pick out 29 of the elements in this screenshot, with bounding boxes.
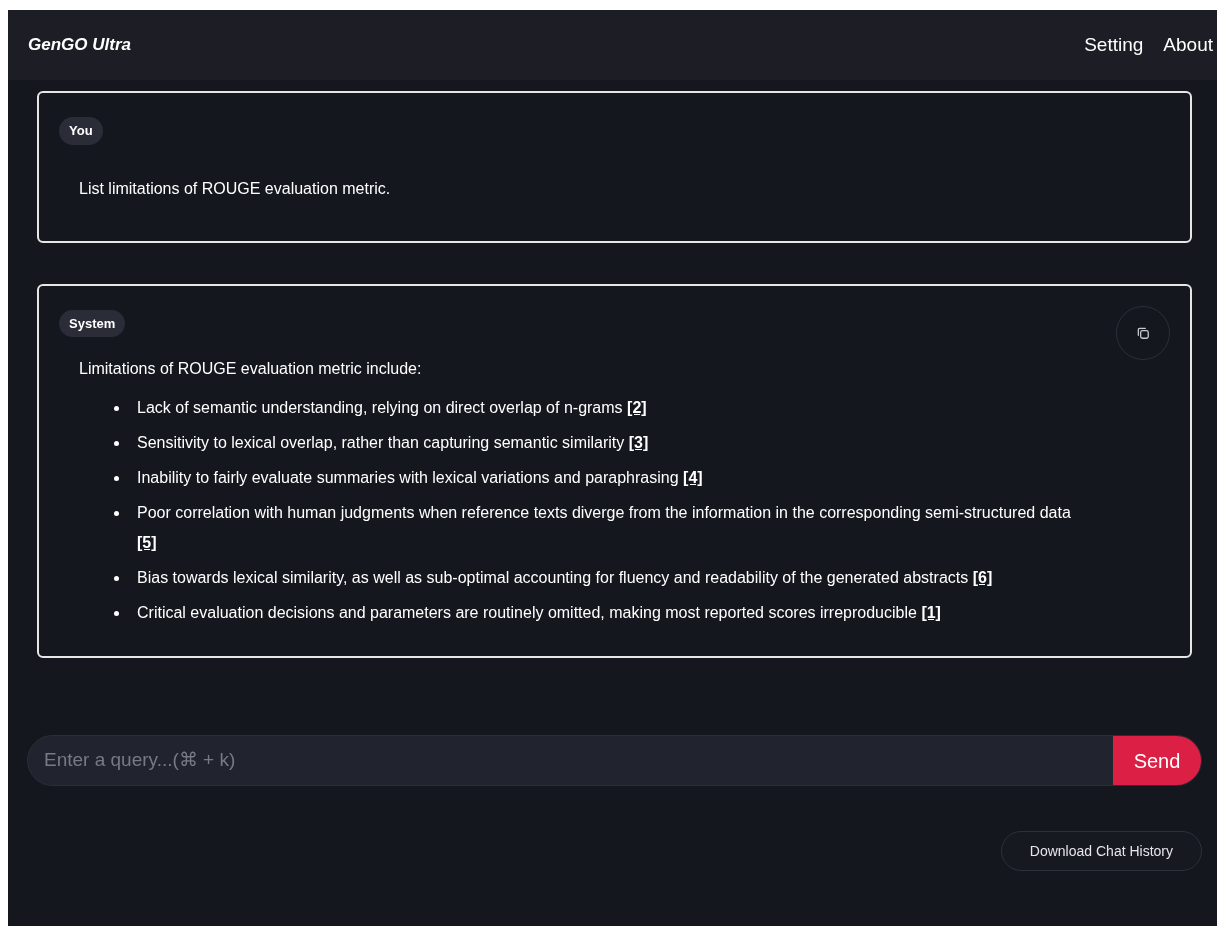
list-item-text: Poor correlation with human judgments when reference texts diverge from the information in the corresponding semi-structured data [5] bbox=[137, 503, 1072, 553]
bullet-icon bbox=[114, 511, 119, 516]
nav-link[interactable]: About bbox=[1163, 30, 1213, 60]
bullet-icon bbox=[114, 441, 119, 446]
download-button[interactable]: Download Chat History bbox=[1000, 831, 1202, 871]
copy-icon bbox=[1136, 325, 1150, 340]
citation-link[interactable]: [4] bbox=[683, 469, 703, 486]
message-text: List limitations of ROUGE evaluation metric. bbox=[78, 178, 392, 199]
citation-link[interactable]: [6] bbox=[972, 569, 993, 586]
citation-link[interactable]: [5] bbox=[137, 534, 157, 551]
list-item-text: Sensitivity to lexical overlap, rather than capturing semantic similarity [3] bbox=[137, 433, 649, 453]
citation-link[interactable]: [2] bbox=[627, 399, 647, 416]
bullet-icon bbox=[114, 611, 119, 616]
role-label: You bbox=[59, 117, 103, 145]
list-item-text: Lack of semantic understanding, relying on direct overlap of n-grams [2] bbox=[137, 398, 647, 418]
message-text: Limitations of ROUGE evaluation metric include: bbox=[78, 359, 423, 379]
app-title: GenGO Ultra bbox=[28, 34, 131, 57]
bullet-icon bbox=[114, 576, 119, 581]
nav-link[interactable]: Setting bbox=[1084, 30, 1144, 60]
citation-link[interactable]: [1] bbox=[921, 604, 941, 621]
list-item-text: Critical evaluation decisions and parameters are routinely omitted, making most reported scores irreproducible [1] bbox=[137, 603, 941, 623]
list-item-text: Bias towards lexical similarity, as well as sub-optimal accounting for fluency and readability of the generated abstracts [6] bbox=[137, 568, 993, 588]
list-item-text: Inability to fairly evaluate summaries with lexical variations and paraphrasing [4] bbox=[137, 468, 703, 488]
send-button[interactable]: Send bbox=[1113, 736, 1201, 785]
citation-link[interactable]: [3] bbox=[628, 434, 649, 451]
bullet-icon bbox=[114, 406, 119, 411]
role-label: System bbox=[59, 309, 126, 337]
query-field[interactable]: Enter a query...(⌘ + k) Send bbox=[27, 735, 1202, 786]
bullet-icon bbox=[114, 476, 119, 481]
